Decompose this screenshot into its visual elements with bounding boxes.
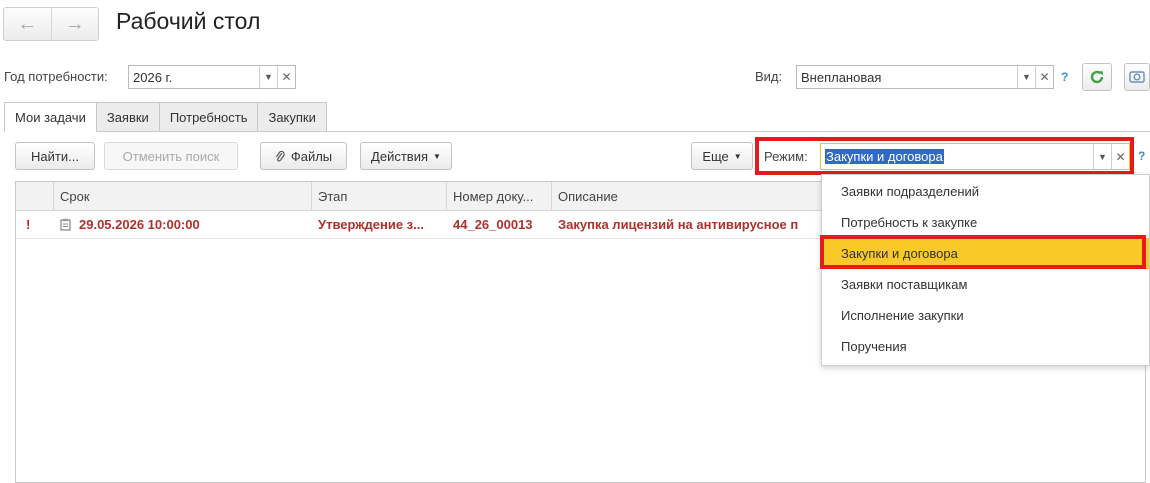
refresh-icon	[1090, 70, 1104, 84]
actions-label: Действия	[371, 148, 429, 164]
selected-option-highlight-frame	[820, 235, 1146, 269]
column-header-deadline[interactable]: Срок	[54, 182, 312, 210]
urgent-flag: !	[26, 216, 31, 232]
mode-value[interactable]: Закупки и договора	[825, 149, 944, 164]
deadline-value: 29.05.2026 10:00:00	[79, 216, 200, 232]
mode-option[interactable]: Потребность к закупке	[822, 207, 1149, 238]
column-header-flag[interactable]	[16, 182, 54, 210]
paperclip-icon	[275, 150, 285, 161]
arrow-right-icon: →	[64, 12, 85, 35]
tab-requests[interactable]: Заявки	[95, 102, 160, 131]
number-cell: 44_26_00013	[453, 216, 533, 232]
forward-button[interactable]: →	[50, 8, 99, 40]
stage-cell: Утверждение з...	[318, 216, 424, 232]
tab-demand[interactable]: Потребность	[158, 102, 259, 131]
mode-option[interactable]: Исполнение закупки	[822, 300, 1149, 331]
find-button[interactable]: Найти...	[15, 142, 95, 170]
camera-button[interactable]	[1124, 63, 1150, 91]
chevron-down-icon[interactable]: ▼	[1093, 144, 1111, 169]
more-button[interactable]: Еще ▼	[691, 142, 753, 170]
mode-label: Режим:	[764, 149, 808, 164]
files-label: Файлы	[290, 148, 333, 164]
back-button[interactable]: ←	[4, 8, 51, 40]
mode-help-icon[interactable]: ?	[1138, 149, 1145, 163]
view-help-icon[interactable]: ?	[1061, 70, 1068, 84]
clipboard-icon	[60, 218, 71, 231]
refresh-button[interactable]	[1082, 63, 1112, 91]
year-label: Год потребности:	[4, 69, 108, 84]
deadline-cell: 29.05.2026 10:00:00	[54, 210, 312, 238]
tab-my-tasks[interactable]: Мои задачи	[4, 102, 97, 132]
caret-down-icon: ▼	[433, 151, 441, 161]
column-header-stage[interactable]: Этап	[312, 182, 447, 210]
tab-bar: Мои задачи Заявки Потребность Закупки	[4, 102, 327, 132]
mode-option[interactable]: Заявки поставщикам	[822, 269, 1149, 300]
chevron-down-icon[interactable]: ▼	[259, 66, 277, 88]
year-field[interactable]: 2026 г. ▼ ✕	[128, 65, 296, 89]
camera-icon	[1129, 71, 1145, 83]
view-value[interactable]: Внеплановая	[797, 70, 1017, 85]
mode-value-wrap[interactable]: Закупки и договора	[821, 149, 1093, 164]
clear-icon[interactable]: ✕	[277, 66, 295, 88]
files-button[interactable]: Файлы	[260, 142, 347, 170]
tab-purchases[interactable]: Закупки	[257, 102, 327, 131]
mode-option[interactable]: Заявки подразделений	[822, 176, 1149, 207]
view-label: Вид:	[755, 69, 783, 84]
year-value[interactable]: 2026 г.	[129, 70, 259, 85]
page-title: Рабочий стол	[116, 8, 261, 34]
caret-down-icon: ▼	[733, 151, 742, 161]
nav-buttons: ← →	[3, 7, 99, 41]
chevron-down-icon[interactable]: ▼	[1017, 66, 1035, 88]
tab-divider	[4, 131, 1150, 132]
clear-icon[interactable]: ✕	[1111, 144, 1129, 169]
column-header-number[interactable]: Номер доку...	[447, 182, 552, 210]
arrow-left-icon: ←	[17, 12, 38, 35]
mode-field[interactable]: Закупки и договора ▼ ✕	[820, 143, 1130, 170]
more-label: Еще	[702, 148, 729, 164]
clear-icon[interactable]: ✕	[1035, 66, 1053, 88]
mode-dropdown-list: Заявки подразделений Потребность к закуп…	[821, 174, 1150, 366]
mode-option[interactable]: Поручения	[822, 331, 1149, 362]
cancel-search-button[interactable]: Отменить поиск	[104, 142, 238, 170]
view-field[interactable]: Внеплановая ▼ ✕	[796, 65, 1054, 89]
actions-button[interactable]: Действия ▼	[360, 142, 452, 170]
